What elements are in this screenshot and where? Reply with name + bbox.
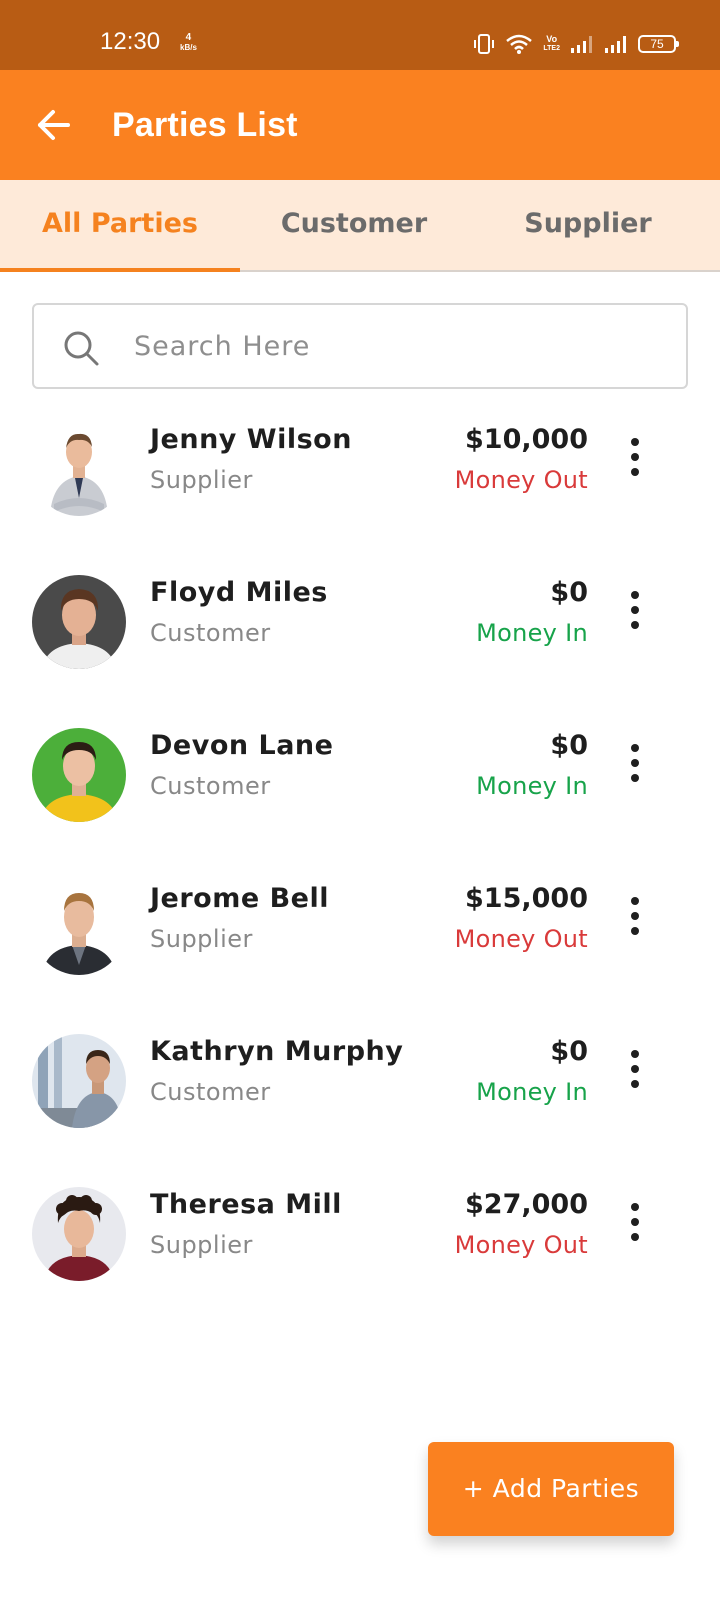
status-time: 12:30 [100, 28, 161, 55]
party-row[interactable]: Jerome Bell Supplier $15,000 Money Out [0, 873, 720, 1003]
app-bar: Parties List [0, 70, 720, 180]
party-amount: $27,000 [465, 1189, 588, 1220]
party-name: Devon Lane [150, 730, 334, 761]
avatar [32, 728, 126, 822]
volte-bottom: LTE2 [543, 45, 560, 52]
party-type: Supplier [150, 466, 253, 494]
signal-icon-sim2 [605, 36, 626, 53]
page-title: Parties List [112, 106, 298, 144]
search-input[interactable] [134, 323, 654, 369]
money-flow-label: Money In [476, 772, 588, 800]
tab-all-parties[interactable]: All Parties [0, 180, 240, 272]
party-amount: $0 [550, 730, 588, 761]
party-amount: $15,000 [465, 883, 588, 914]
network-speed-value: 4 [185, 32, 192, 43]
money-flow-label: Money Out [454, 1231, 588, 1259]
party-name: Jerome Bell [150, 883, 329, 914]
search-icon [64, 331, 99, 366]
status-icons: Vo LTE2 75 [473, 32, 679, 56]
party-amount: $0 [550, 1036, 588, 1067]
more-vertical-icon[interactable] [622, 436, 648, 478]
avatar [32, 1187, 126, 1281]
tab-customer[interactable]: Customer [234, 180, 474, 272]
party-name: Jenny Wilson [150, 424, 352, 455]
party-amount: $10,000 [465, 424, 588, 455]
party-type: Supplier [150, 925, 253, 953]
party-row[interactable]: Theresa Mill Supplier $27,000 Money Out [0, 1179, 720, 1309]
network-speed-unit: kB/s [180, 43, 197, 52]
money-flow-label: Money In [476, 619, 588, 647]
money-flow-label: Money In [476, 1078, 588, 1106]
battery-icon: 75 [638, 35, 679, 53]
party-type: Customer [150, 619, 271, 647]
avatar [32, 575, 126, 669]
party-name: Theresa Mill [150, 1189, 342, 1220]
active-tab-indicator [0, 268, 240, 272]
more-vertical-icon[interactable] [622, 1048, 648, 1090]
network-speed: 4 kB/s [180, 33, 197, 53]
party-name: Floyd Miles [150, 577, 328, 608]
more-vertical-icon[interactable] [622, 895, 648, 937]
avatar [32, 881, 126, 975]
volte-icon: Vo LTE2 [543, 35, 560, 53]
add-parties-button[interactable]: + Add Parties [428, 1442, 674, 1536]
party-type: Customer [150, 1078, 271, 1106]
signal-icon-sim1 [571, 36, 592, 53]
more-vertical-icon[interactable] [622, 1201, 648, 1243]
money-flow-label: Money Out [454, 925, 588, 953]
arrow-left-icon[interactable] [34, 105, 74, 145]
party-row[interactable]: Kathryn Murphy Customer $0 Money In [0, 1026, 720, 1156]
party-row[interactable]: Floyd Miles Customer $0 Money In [0, 567, 720, 697]
party-type: Customer [150, 772, 271, 800]
more-vertical-icon[interactable] [622, 589, 648, 631]
more-vertical-icon[interactable] [622, 742, 648, 784]
money-flow-label: Money Out [454, 466, 588, 494]
party-filter-tabs: All Parties Customer Supplier [0, 180, 720, 272]
vibrate-icon [474, 34, 495, 54]
avatar [32, 1034, 126, 1128]
tab-supplier[interactable]: Supplier [468, 180, 708, 272]
status-bar: 12:30 4 kB/s Vo LTE2 75 [0, 0, 720, 70]
volte-top: Vo [546, 34, 558, 44]
party-type: Supplier [150, 1231, 253, 1259]
party-row[interactable]: Jenny Wilson Supplier $10,000 Money Out [0, 414, 720, 544]
party-row[interactable]: Devon Lane Customer $0 Money In [0, 720, 720, 850]
search-box[interactable] [32, 303, 688, 389]
wifi-icon [506, 34, 533, 54]
avatar [32, 422, 126, 516]
party-amount: $0 [550, 577, 588, 608]
party-name: Kathryn Murphy [150, 1036, 404, 1067]
